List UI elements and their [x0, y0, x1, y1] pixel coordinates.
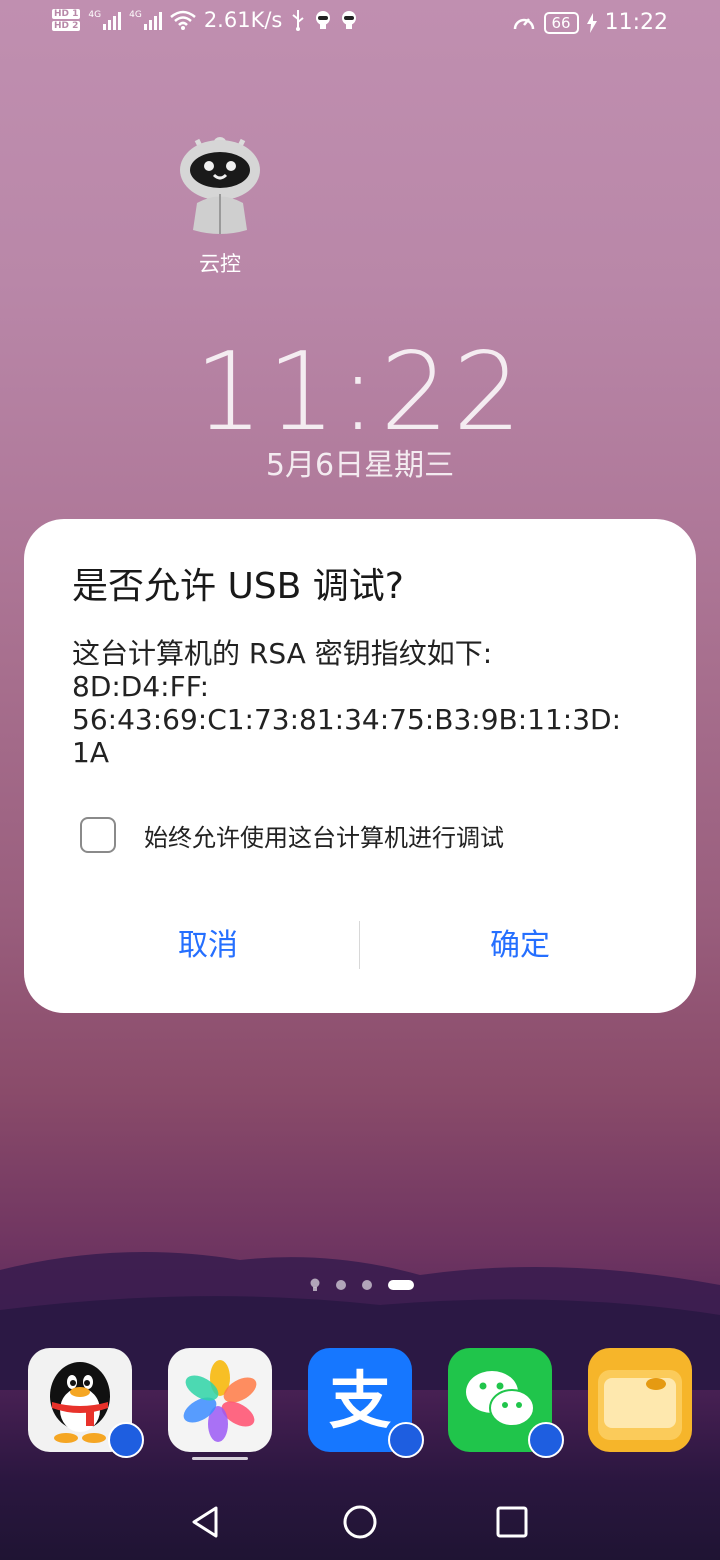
signal-icon-1: 4G: [88, 10, 122, 30]
usb-icon: [292, 10, 304, 31]
robot-notification-icon: [316, 11, 331, 29]
speedometer-icon: [513, 17, 534, 29]
home-icon[interactable]: [340, 1502, 380, 1542]
page-dot[interactable]: [336, 1280, 346, 1290]
net-type-1: 4G: [88, 10, 102, 20]
status-bar: HD 1 HD 2 4G 4G 2.61K/s 66 11:22: [0, 0, 720, 50]
home-clock[interactable]: 11:22: [0, 330, 720, 455]
dock: 支: [28, 1348, 693, 1458]
files-app[interactable]: [588, 1348, 692, 1452]
status-time: 11:22: [604, 10, 668, 35]
page-dot-active[interactable]: [388, 1280, 414, 1290]
always-allow-label[interactable]: 始终允许使用这台计算机进行调试: [144, 818, 504, 853]
dialog-message-line: 8D:D4:FF:: [72, 670, 210, 703]
hd2-badge: HD 2: [52, 21, 81, 31]
always-allow-checkbox[interactable]: [80, 817, 116, 853]
back-icon[interactable]: [186, 1502, 226, 1542]
dialog-message-line: 56:43:69:C1:73:81:34:75:B3:9B:11:3D:: [72, 703, 622, 736]
recents-icon[interactable]: [492, 1502, 532, 1542]
active-app-indicator: [192, 1457, 248, 1460]
home-date: 5月6日星期三: [265, 448, 455, 483]
gallery-app[interactable]: [168, 1348, 272, 1452]
app-lock-shield-icon: [528, 1422, 564, 1458]
dialog-message-line: 这台计算机的 RSA 密钥指纹如下:: [72, 637, 493, 670]
cancel-button[interactable]: 取消: [172, 919, 244, 965]
app-yunkong[interactable]: 云控: [170, 128, 270, 278]
battery-indicator: 66: [543, 11, 579, 34]
page-indicator[interactable]: [310, 1278, 414, 1292]
signal-icon-2: 4G: [129, 10, 162, 30]
app-lock-shield-icon: [108, 1422, 144, 1458]
usb-debug-dialog: 是否允许 USB 调试? 这台计算机的 RSA 密钥指纹如下: 8D:D4:FF…: [24, 519, 696, 1013]
status-right: 66 11:22: [512, 10, 668, 35]
dialog-message: 这台计算机的 RSA 密钥指纹如下: 8D:D4:FF: 56:43:69:C1…: [72, 637, 662, 769]
charging-icon: [586, 12, 597, 33]
robot-notification-icon-2: [342, 11, 357, 29]
folder-cloud-icon: [598, 1370, 682, 1440]
dialog-title: 是否允许 USB 调试?: [72, 566, 404, 607]
page-dot[interactable]: [362, 1280, 372, 1290]
yunkong-robot-icon: [180, 137, 260, 234]
hd1-badge: HD 1: [52, 9, 81, 19]
net-speed: 2.61K/s: [203, 8, 283, 32]
net-type-2: 4G: [129, 10, 142, 20]
svg-text:支: 支: [329, 1364, 391, 1437]
button-divider: [359, 921, 360, 969]
navigation-bar: [0, 1490, 720, 1560]
app-yunkong-label: 云控: [199, 252, 241, 276]
wifi-icon: [170, 10, 196, 30]
always-allow-row[interactable]: 始终允许使用这台计算机进行调试: [80, 817, 504, 853]
dialog-message-line: 1A: [72, 736, 109, 769]
gallery-flower-icon: [183, 1360, 257, 1442]
app-lock-shield-icon: [388, 1422, 424, 1458]
status-left: HD 1 HD 2 4G 4G 2.61K/s: [52, 8, 358, 32]
ok-button[interactable]: 确定: [484, 919, 556, 965]
hd-indicator: HD 1 HD 2: [52, 9, 81, 31]
hint-bulb-icon: [310, 1278, 320, 1291]
